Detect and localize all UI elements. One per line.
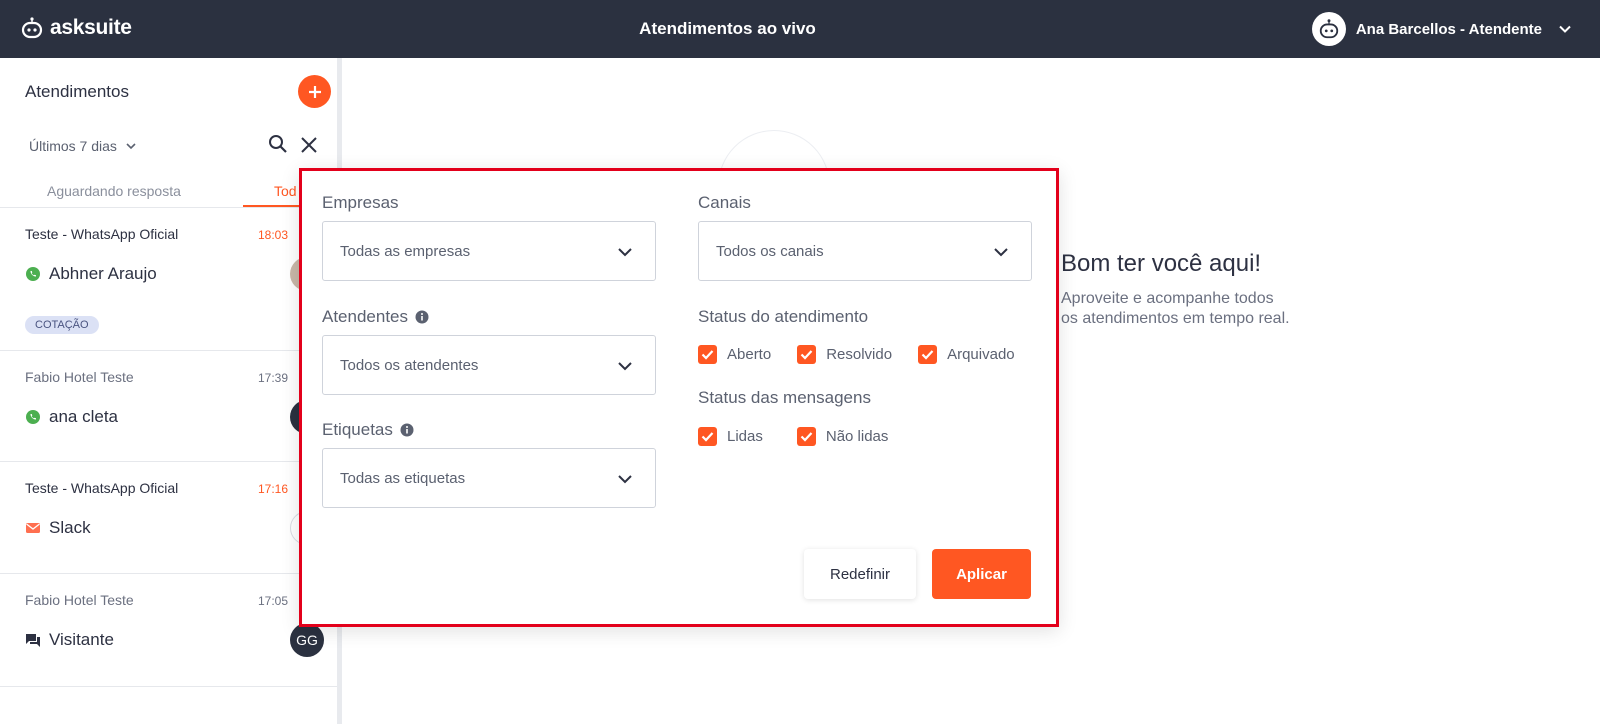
- tag-badge: COTAÇÃO: [25, 316, 99, 334]
- conversation-time: 17:05: [258, 594, 289, 608]
- chevron-down-icon: [618, 362, 632, 371]
- conversation-item[interactable]: Fabio Hotel Teste 17:39 ana cleta: [0, 351, 337, 462]
- etiquetas-value: Todas as etiquetas: [340, 470, 466, 487]
- bot-avatar-icon: [1319, 19, 1339, 39]
- chevron-down-icon: [618, 475, 632, 484]
- add-conversation-button[interactable]: [298, 75, 331, 108]
- top-bar: asksuite Atendimentos ao vivo Ana Barcel…: [0, 0, 1600, 58]
- conversation-item[interactable]: Fabio Hotel Teste 17:05 Visitante GG: [0, 574, 337, 687]
- atendentes-select[interactable]: Todos os atendentes: [322, 335, 656, 395]
- checkbox-label: Lidas: [727, 428, 763, 445]
- canais-select[interactable]: Todos os canais: [698, 221, 1032, 281]
- conversation-item[interactable]: Teste - WhatsApp Oficial 17:16 Slack: [0, 462, 337, 574]
- checkbox-checked-icon: [698, 427, 717, 446]
- status-mensagens-options: Lidas Não lidas: [698, 427, 888, 446]
- checkbox-arquivado[interactable]: Arquivado: [918, 345, 1015, 364]
- checkbox-label: Arquivado: [947, 346, 1015, 363]
- conversation-company: Teste - WhatsApp Oficial: [25, 480, 179, 496]
- conversation-contact: Abhner Araujo: [49, 264, 157, 283]
- chevron-down-icon: [1559, 25, 1571, 33]
- empresas-select[interactable]: Todas as empresas: [322, 221, 656, 281]
- panel-title: Atendimentos: [25, 82, 129, 101]
- chevron-down-icon: [994, 248, 1008, 257]
- atendentes-value: Todos os atendentes: [340, 357, 479, 374]
- conversation-company: Teste - WhatsApp Oficial: [25, 226, 179, 242]
- conversation-time: 17:16: [258, 482, 289, 496]
- etiquetas-select[interactable]: Todas as etiquetas: [322, 448, 656, 508]
- info-icon[interactable]: [400, 423, 414, 437]
- info-icon[interactable]: [415, 310, 429, 324]
- empresas-label: Empresas: [322, 193, 399, 212]
- contact-avatar: GG: [290, 623, 324, 657]
- canais-label: Canais: [698, 193, 751, 212]
- canais-value: Todos os canais: [716, 243, 824, 260]
- checkbox-label: Aberto: [727, 346, 772, 363]
- page-title: Atendimentos ao vivo: [639, 19, 816, 38]
- conversation-time: 17:39: [258, 371, 289, 385]
- conversation-company: Fabio Hotel Teste: [25, 592, 134, 608]
- checkbox-nao-lidas[interactable]: Não lidas: [796, 427, 889, 446]
- checkbox-resolvido[interactable]: Resolvido: [797, 345, 892, 364]
- close-icon[interactable]: [300, 136, 318, 154]
- reset-button[interactable]: Redefinir: [804, 549, 916, 599]
- conversation-company: Fabio Hotel Teste: [25, 369, 134, 385]
- user-avatar: [1311, 12, 1346, 46]
- status-atendimento-label: Status do atendimento: [698, 307, 869, 326]
- user-menu[interactable]: Ana Barcellos - Atendente: [1311, 12, 1572, 46]
- search-icon[interactable]: [268, 134, 288, 154]
- whatsapp-icon: [26, 410, 40, 424]
- conversation-contact: ana cleta: [49, 407, 118, 426]
- welcome-subtitle: Aproveite e acompanhe todos os atendimen…: [1061, 289, 1341, 329]
- tab-awaiting-response[interactable]: Aguardando resposta: [47, 183, 181, 199]
- checkbox-checked-icon: [797, 345, 817, 364]
- welcome-subtitle-line: Aproveite e acompanhe todos: [1061, 290, 1274, 307]
- checkbox-checked-icon: [698, 345, 717, 364]
- tab-all[interactable]: Tod: [274, 183, 297, 199]
- whatsapp-icon: [26, 267, 40, 281]
- atendentes-label: Atendentes: [322, 307, 429, 327]
- empresas-value: Todas as empresas: [340, 243, 471, 260]
- chevron-down-icon: [126, 143, 136, 150]
- conversation-time: 18:03: [258, 228, 289, 242]
- checkbox-label: Resolvido: [826, 346, 893, 363]
- conversation-contact: Slack: [49, 518, 91, 537]
- checkbox-label: Não lidas: [825, 428, 889, 445]
- conversations-panel: Atendimentos Últimos 7 dias Aguardando r…: [0, 58, 342, 724]
- checkbox-lidas[interactable]: Lidas: [698, 427, 763, 446]
- checkbox-aberto[interactable]: Aberto: [698, 345, 771, 364]
- conversation-contact: Visitante: [49, 630, 114, 649]
- chevron-down-icon: [618, 248, 632, 257]
- apply-button[interactable]: Aplicar: [932, 549, 1031, 599]
- status-atendimento-options: Aberto Resolvido Arquivado: [698, 345, 1015, 364]
- status-mensagens-label: Status das mensagens: [698, 388, 871, 407]
- welcome-subtitle-line: os atendimentos em tempo real.: [1061, 310, 1290, 327]
- checkbox-checked-icon: [918, 345, 938, 364]
- chat-icon: [26, 634, 40, 647]
- email-icon: [26, 523, 40, 533]
- period-selector[interactable]: Últimos 7 dias: [29, 138, 137, 154]
- period-label: Últimos 7 dias: [29, 138, 117, 154]
- checkbox-checked-icon: [796, 427, 816, 446]
- conversation-item[interactable]: Teste - WhatsApp Oficial 18:03 Abhner Ar…: [0, 208, 337, 351]
- plus-icon: [308, 85, 321, 98]
- etiquetas-label: Etiquetas: [322, 420, 414, 440]
- atendentes-label-text: Atendentes: [322, 307, 409, 326]
- user-name: Ana Barcellos - Atendente: [1355, 20, 1542, 38]
- filter-modal: Empresas Todas as empresas Canais Todos …: [299, 168, 1059, 627]
- etiquetas-label-text: Etiquetas: [322, 420, 393, 439]
- welcome-title: Bom ter você aqui!: [1061, 250, 1262, 277]
